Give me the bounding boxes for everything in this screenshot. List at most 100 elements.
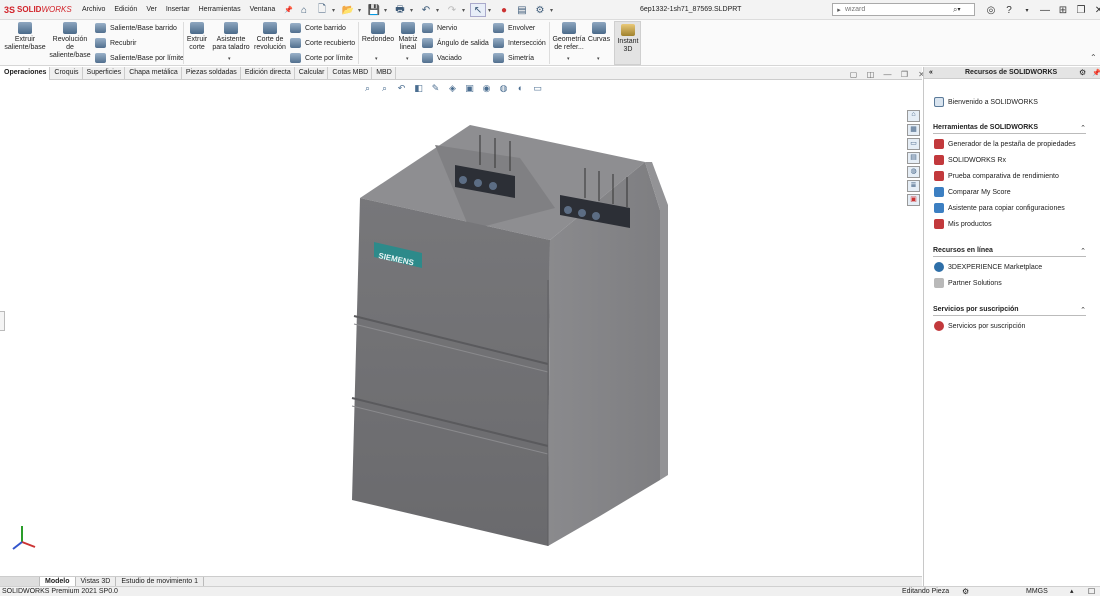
revolve-boss-button[interactable]: Revolución de saliente/base (48, 22, 92, 60)
tab-estudio-movimiento[interactable]: Estudio de movimiento 1 (116, 577, 204, 586)
hole-wizard-dropdown-icon[interactable]: ▾ (228, 56, 231, 62)
rebuild-icon[interactable]: ⚙ (962, 587, 969, 596)
tab-vistas-3d[interactable]: Vistas 3D (76, 577, 117, 586)
tool-link[interactable]: Mis productos (934, 219, 992, 229)
search-scope-icon[interactable]: ▸ (833, 6, 845, 14)
power-supply-model[interactable]: SIEMENS (351, 125, 668, 546)
select-icon[interactable]: ↖ (470, 3, 486, 17)
viewport-minimize-icon[interactable]: — (880, 70, 895, 80)
tab-scroll-arrows[interactable] (0, 577, 40, 586)
chevron-up-icon[interactable]: ⌃ (1080, 124, 1086, 132)
new-document-icon[interactable]: 🗋 (314, 3, 330, 17)
subscription-section-header[interactable]: Servicios por suscripción ⌃ (933, 306, 1086, 316)
subscription-link[interactable]: Servicios por suscripción (934, 321, 1025, 331)
solidworks-logo[interactable]: 3S SOLID WORKS (4, 5, 74, 15)
rib-button[interactable]: Nervio (422, 21, 457, 35)
menu-archivo[interactable]: Archivo (82, 6, 105, 14)
chevron-up-icon[interactable]: ⌃ (1080, 247, 1086, 255)
intersect-button[interactable]: Intersección (493, 36, 546, 50)
resources-home-icon[interactable]: ⌂ (907, 110, 920, 122)
hole-wizard-button[interactable]: Asistente para taladro (212, 22, 250, 52)
linear-pattern-dropdown-icon[interactable]: ▾ (406, 56, 409, 62)
file-explorer-icon[interactable]: ▭ (907, 138, 920, 150)
section-view-icon[interactable]: ◧ (411, 82, 426, 94)
online-link[interactable]: Partner Solutions (934, 278, 1002, 288)
graphics-area[interactable]: SIEMENS (0, 80, 922, 576)
zoom-to-area-icon[interactable]: ⌕ (377, 82, 392, 94)
chat-icon[interactable]: ☐ (1088, 587, 1095, 596)
online-section-header[interactable]: Recursos en línea ⌃ (933, 247, 1086, 257)
menu-ventana[interactable]: Ventana (250, 6, 276, 14)
linear-pattern-button[interactable]: Matriz lineal (397, 22, 419, 52)
instant3d-button[interactable]: Instant 3D (614, 21, 641, 65)
tool-link[interactable]: Asistente para copiar configuraciones (934, 203, 1065, 213)
close-icon[interactable]: ✕ (1090, 2, 1100, 18)
wrap-button[interactable]: Envolver (493, 21, 535, 35)
redo-icon[interactable]: ↷ (444, 3, 460, 17)
curves-dropdown-icon[interactable]: ▾ (597, 56, 600, 62)
save-dropdown-icon[interactable]: ▾ (384, 3, 390, 17)
tab-chapa-metalica[interactable]: Chapa metálica (125, 67, 182, 80)
display-style-icon[interactable]: ▣ (462, 82, 477, 94)
feature-manager-toggle[interactable] (0, 311, 5, 331)
viewport-restore-icon[interactable]: ▢ (846, 70, 861, 80)
appearance-icon[interactable]: ◍ (496, 82, 511, 94)
custom-properties-icon[interactable]: ≣ (907, 180, 920, 192)
draft-button[interactable]: Ángulo de salida (422, 36, 489, 50)
previous-view-icon[interactable]: ↶ (394, 82, 409, 94)
tab-piezas-soldadas[interactable]: Piezas soldadas (182, 67, 241, 80)
tool-link[interactable]: Comparar My Score (934, 187, 1011, 197)
tools-section-header[interactable]: Herramientas de SOLIDWORKS ⌃ (933, 124, 1086, 134)
tab-cotas-mbd[interactable]: Cotas MBD (328, 67, 373, 80)
tool-link[interactable]: Prueba comparativa de rendimiento (934, 171, 1059, 181)
user-account-icon[interactable]: ◎ (982, 2, 1000, 18)
tab-modelo[interactable]: Modelo (40, 577, 76, 586)
open-icon[interactable]: 📂 (340, 3, 356, 17)
tab-superficies[interactable]: Superficies (83, 67, 126, 80)
undo-icon[interactable]: ↶ (418, 3, 434, 17)
loft-button[interactable]: Recubrir (95, 36, 136, 50)
boundary-cut-button[interactable]: Corte por límite (290, 51, 353, 65)
open-dropdown-icon[interactable]: ▾ (358, 3, 364, 17)
fillet-button[interactable]: Redondeo (361, 22, 395, 44)
boundary-boss-button[interactable]: Saliente/Base por límite (95, 51, 184, 65)
lofted-cut-button[interactable]: Corte recubierto (290, 36, 355, 50)
status-units[interactable]: MMGS (1026, 588, 1048, 595)
swept-cut-button[interactable]: Corte barrido (290, 21, 346, 35)
search-input[interactable] (845, 6, 953, 13)
zoom-to-fit-icon[interactable]: ⌕ (360, 82, 375, 94)
traffic-light-icon[interactable]: ● (496, 3, 512, 17)
restore-icon[interactable]: ❐ (1072, 2, 1090, 18)
tab-calcular[interactable]: Calcular (295, 67, 329, 80)
tab-edicion-directa[interactable]: Edición directa (241, 67, 295, 80)
tab-croquis[interactable]: Croquis (50, 67, 83, 80)
tool-link[interactable]: Generador de la pestaña de propiedades (934, 139, 1076, 149)
dynamic-annotation-icon[interactable]: ✎ (428, 82, 443, 94)
hide-show-icon[interactable]: ◉ (479, 82, 494, 94)
pane-options-icon[interactable]: ⚙ (1079, 68, 1086, 77)
online-link[interactable]: 3DEXPERIENCE Marketplace (934, 262, 1042, 272)
swept-boss-button[interactable]: Saliente/Base barrido (95, 21, 177, 35)
select-dropdown-icon[interactable]: ▾ (488, 3, 494, 17)
design-library-icon[interactable]: ▦ (907, 124, 920, 136)
viewport-tile-icon[interactable]: ◫ (863, 70, 878, 80)
tab-operaciones[interactable]: Operaciones (0, 67, 51, 80)
options-gear-icon[interactable]: ⚙ (532, 3, 548, 17)
view-orientation-icon[interactable]: ◈ (445, 82, 460, 94)
reference-geometry-dropdown-icon[interactable]: ▾ (567, 56, 570, 62)
viewport-maximize-icon[interactable]: ❐ (897, 70, 912, 80)
print-dropdown-icon[interactable]: ▾ (410, 3, 416, 17)
redo-dropdown-icon[interactable]: ▾ (462, 3, 468, 17)
options-dropdown-icon[interactable]: ▾ (550, 3, 556, 17)
reference-geometry-button[interactable]: Geometría de refer... (552, 22, 586, 52)
undo-dropdown-icon[interactable]: ▾ (436, 3, 442, 17)
save-icon[interactable]: 💾 (366, 3, 382, 17)
pin-menu-icon[interactable]: 📌 (284, 6, 293, 14)
print-icon[interactable]: 🖶 (392, 3, 408, 17)
new-dropdown-icon[interactable]: ▾ (332, 3, 338, 17)
help-dropdown-icon[interactable]: ▾ (1018, 2, 1036, 18)
revolve-cut-button[interactable]: Corte de revolución (253, 22, 287, 52)
solidworks-forum-icon[interactable]: ▣ (907, 194, 920, 206)
menu-ver[interactable]: Ver (146, 6, 157, 14)
view-settings-icon[interactable]: ▭ (530, 82, 545, 94)
